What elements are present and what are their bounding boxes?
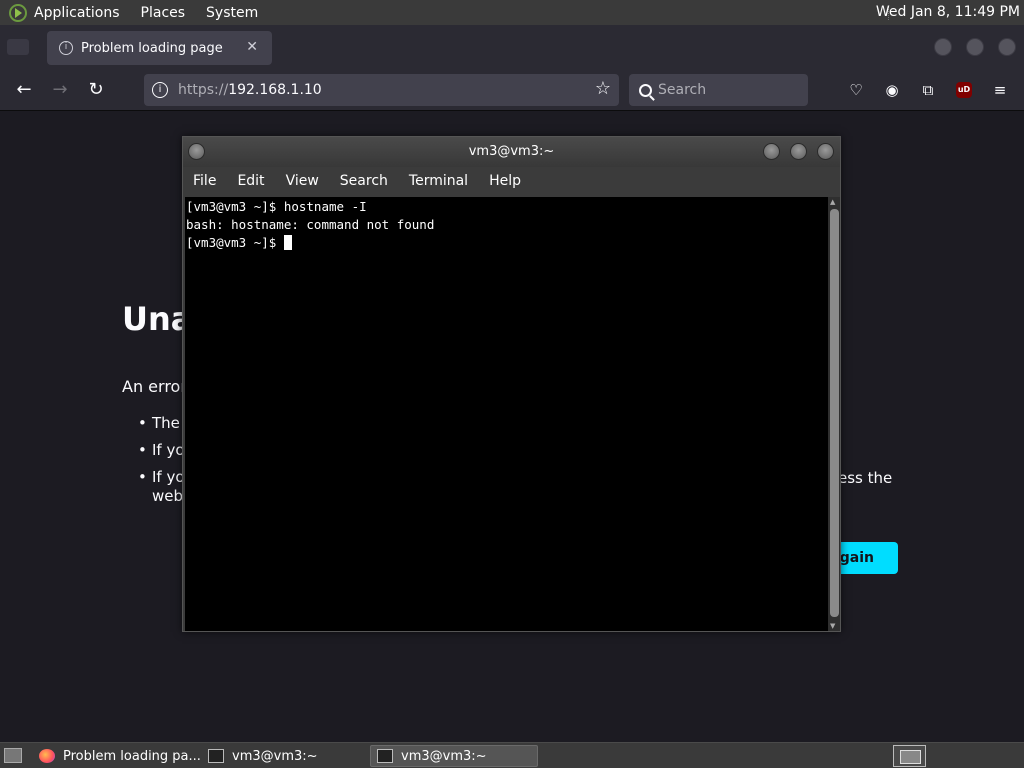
task-terminal-1[interactable]: vm3@vm3:~	[202, 745, 367, 767]
terminal-line: [vm3@vm3 ~]$ hostname -I	[186, 199, 367, 214]
list-item-tail: ess the	[838, 469, 893, 487]
task-label: Problem loading pa...	[63, 748, 201, 764]
workspace-switcher[interactable]	[893, 745, 926, 767]
navigation-bar: ← → ↻ i https:// 192.168.1.10 ☆ Search ♡…	[0, 70, 1024, 111]
list-item: The	[138, 414, 185, 441]
task-terminal-2[interactable]: vm3@vm3:~	[370, 745, 538, 767]
window-menu-button[interactable]	[188, 143, 205, 160]
places-menu[interactable]: Places	[141, 5, 186, 21]
bookmark-star-icon[interactable]: ☆	[595, 78, 611, 99]
error-description: An error	[122, 377, 187, 396]
scroll-down-icon[interactable]: ▼	[830, 622, 835, 630]
account-icon[interactable]: ◉	[881, 79, 903, 101]
error-suggestions: The If yo If yo	[138, 414, 185, 495]
terminal-titlebar[interactable]: vm3@vm3:~	[183, 137, 840, 167]
tab-problem-loading[interactable]: i Problem loading page ✕	[47, 31, 272, 65]
hamburger-menu-icon[interactable]: ≡	[989, 79, 1011, 101]
terminal-window[interactable]: vm3@vm3:~ File Edit View Search Terminal…	[182, 136, 841, 632]
terminal-icon	[377, 749, 393, 763]
clock[interactable]: Wed Jan 8, 11:49 PM	[876, 4, 1020, 20]
forward-arrow-icon[interactable]: →	[48, 78, 72, 102]
task-label: vm3@vm3:~	[401, 748, 487, 764]
terminal-line: bash: hostname: command not found	[186, 217, 435, 232]
search-icon	[639, 83, 652, 97]
text-cursor	[283, 235, 292, 250]
ublock-origin-icon[interactable]: uD	[956, 82, 972, 98]
close-tab-icon[interactable]: ✕	[246, 39, 258, 55]
site-info-icon[interactable]: i	[152, 82, 168, 98]
menu-file[interactable]: File	[193, 173, 216, 189]
info-icon: i	[59, 41, 73, 55]
scroll-up-icon[interactable]: ▲	[830, 198, 835, 206]
url-scheme: https://	[178, 82, 229, 98]
search-placeholder: Search	[658, 82, 707, 98]
maximize-button[interactable]	[790, 143, 807, 160]
terminal-scrollbar[interactable]: ▲ ▼	[828, 197, 840, 631]
menu-terminal[interactable]: Terminal	[409, 173, 468, 189]
menu-edit[interactable]: Edit	[237, 173, 264, 189]
bottom-panel: Problem loading pa... vm3@vm3:~ vm3@vm3:…	[0, 742, 1024, 768]
terminal-icon	[208, 749, 224, 763]
tab-bar: i Problem loading page ✕	[0, 25, 1024, 70]
close-button[interactable]	[817, 143, 834, 160]
menu-view[interactable]: View	[286, 173, 319, 189]
terminal-prompt: [vm3@vm3 ~]$	[186, 235, 284, 250]
menu-search[interactable]: Search	[340, 173, 388, 189]
search-input[interactable]: Search	[629, 74, 808, 106]
url-host: 192.168.1.10	[228, 82, 322, 98]
applications-menu[interactable]: Applications	[34, 5, 120, 21]
show-desktop-icon[interactable]	[4, 748, 22, 763]
task-label: vm3@vm3:~	[232, 748, 318, 764]
back-arrow-icon[interactable]: ←	[12, 78, 36, 102]
extensions-icon[interactable]: ⧉	[917, 79, 939, 101]
url-bar[interactable]: i https:// 192.168.1.10 ☆	[144, 74, 619, 106]
scrollbar-thumb[interactable]	[830, 209, 839, 617]
close-window-button[interactable]	[998, 38, 1016, 56]
maximize-window-button[interactable]	[966, 38, 984, 56]
pocket-icon[interactable]: ♡	[845, 79, 867, 101]
distro-logo-icon[interactable]	[9, 3, 27, 22]
tab-title: Problem loading page	[81, 40, 223, 56]
firefox-icon	[39, 749, 55, 763]
minimize-button[interactable]	[763, 143, 780, 160]
menu-help[interactable]: Help	[489, 173, 521, 189]
terminal-prompt-line: [vm3@vm3 ~]$	[186, 234, 828, 252]
minimize-window-button[interactable]	[934, 38, 952, 56]
terminal-menubar: File Edit View Search Terminal Help	[183, 167, 840, 195]
reload-icon[interactable]: ↻	[84, 78, 108, 102]
terminal-screen[interactable]: [vm3@vm3 ~]$ hostname -I bash: hostname: …	[185, 197, 828, 631]
top-panel: Applications Places System Wed Jan 8, 11…	[0, 0, 1024, 25]
list-item: If yo	[138, 441, 185, 468]
tab-list-icon[interactable]	[7, 39, 29, 55]
system-menu[interactable]: System	[206, 5, 258, 21]
terminal-title: vm3@vm3:~	[468, 144, 555, 159]
task-firefox[interactable]: Problem loading pa...	[33, 745, 203, 767]
